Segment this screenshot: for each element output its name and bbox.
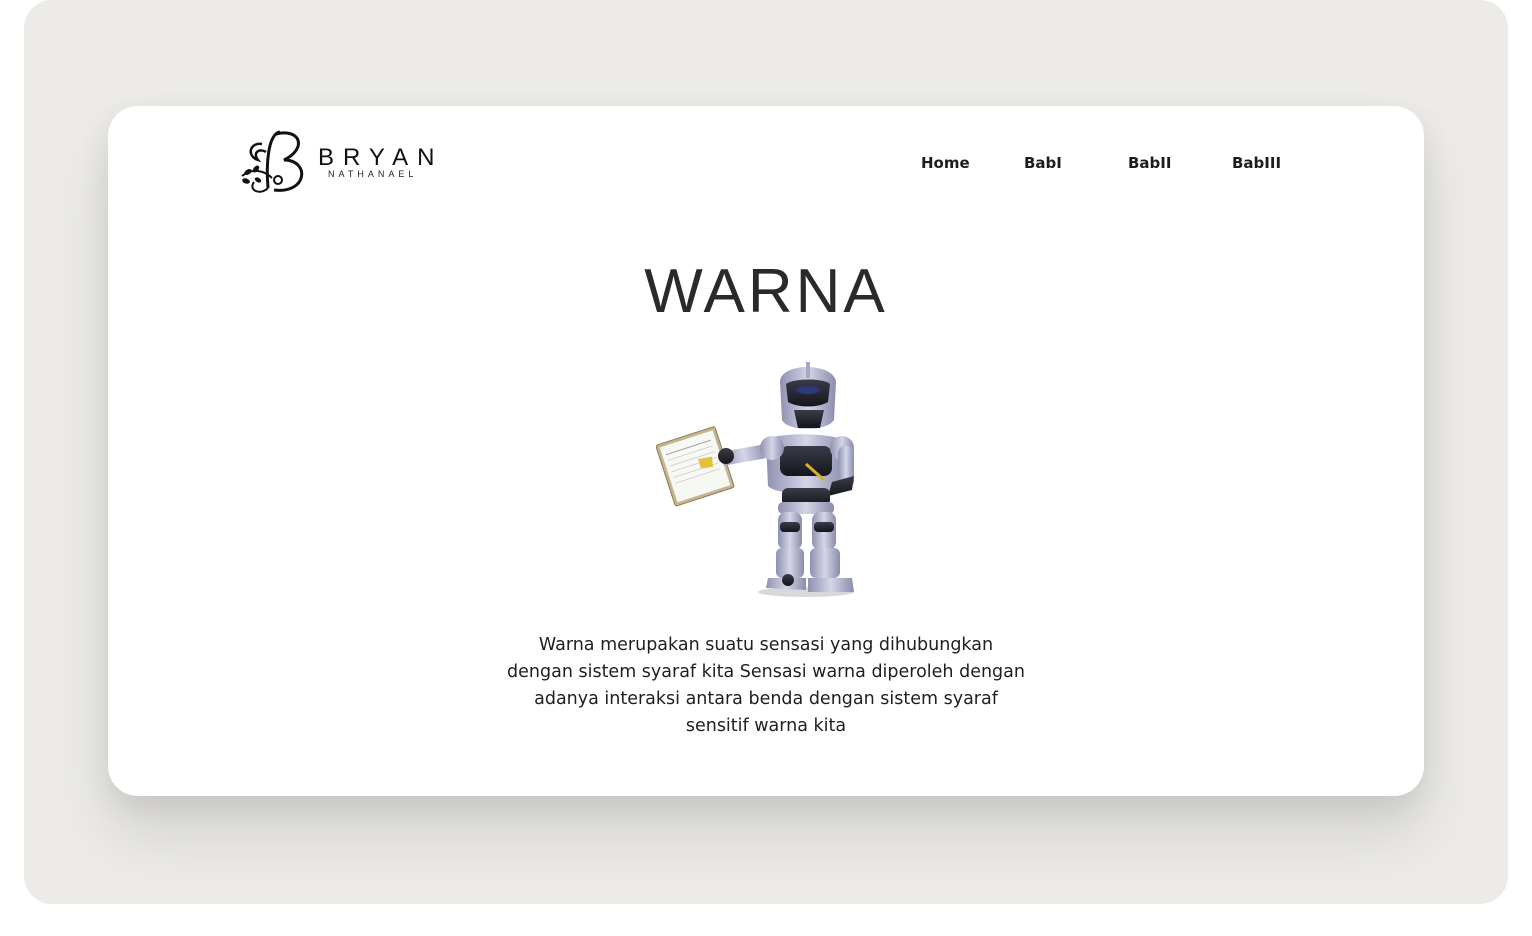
nav-bab-2[interactable]: BabII — [1128, 154, 1171, 172]
nav-bab-3[interactable]: BabIII — [1232, 154, 1281, 172]
robot-with-clipboard-icon — [655, 356, 876, 602]
nav-home[interactable]: Home — [921, 154, 970, 172]
website-card: BRYAN NATHANAEL Home BabI BabII BabIII W… — [108, 106, 1424, 796]
page-title: WARNA — [644, 257, 888, 326]
nav-bab-1[interactable]: BabI — [1024, 154, 1062, 172]
page-description: Warna merupakan suatu sensasi yang dihub… — [507, 635, 1025, 736]
main-nav: Home BabI BabII BabIII — [108, 154, 1424, 174]
